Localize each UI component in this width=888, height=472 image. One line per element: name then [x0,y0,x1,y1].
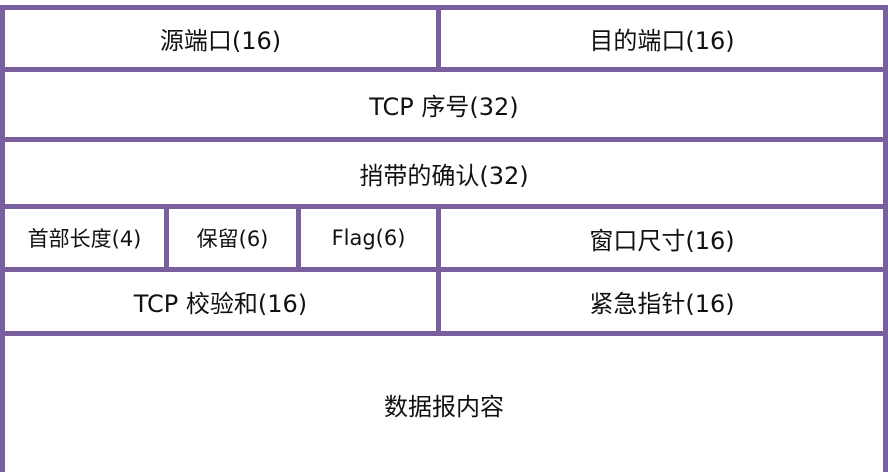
source-port-cell: 源端口(16) [159,27,282,55]
flag-cell: Flag(6) [331,226,406,250]
header-length-cell: 首部长度(4) [27,227,142,251]
tcp-header-diagram: 源端口(16) 目的端口(16) TCP 序号(32) 捎带的确认(32) 首部… [0,0,888,472]
sequence-number-cell: TCP 序号(32) [369,93,519,121]
window-size-cell: 窗口尺寸(16) [589,226,735,255]
reserved-cell: 保留(6) [196,227,269,251]
payload-cell: 数据报内容 [384,392,504,421]
urgent-pointer-cell: 紧急指针(16) [589,290,735,318]
border-right [883,5,888,472]
acknowledgment-cell: 捎带的确认(32) [359,161,529,190]
destination-port-cell: 目的端口(16) [589,27,735,55]
checksum-cell: TCP 校验和(16) [133,290,308,318]
